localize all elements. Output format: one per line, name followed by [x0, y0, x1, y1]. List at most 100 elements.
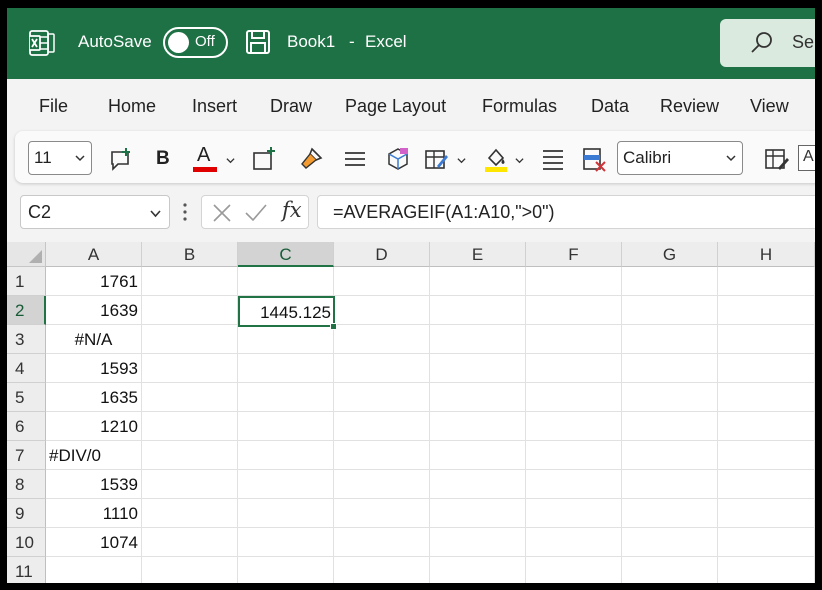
insert-function-button[interactable]: fx: [282, 198, 302, 222]
clear-icon[interactable]: [581, 146, 607, 172]
fill-handle[interactable]: [330, 323, 337, 330]
font-name-dropdown[interactable]: Calibri: [617, 141, 743, 175]
cell-d1[interactable]: [334, 267, 430, 296]
menu-draw[interactable]: Draw: [270, 96, 312, 117]
cell-e7[interactable]: [430, 441, 526, 470]
cell-b8[interactable]: [142, 470, 238, 499]
cell-g7[interactable]: [622, 441, 718, 470]
enter-check-icon[interactable]: [244, 203, 268, 223]
cell-f5[interactable]: [526, 383, 622, 412]
cell-a11[interactable]: [46, 557, 142, 583]
cell-f1[interactable]: [526, 267, 622, 296]
cell-e1[interactable]: [430, 267, 526, 296]
cell-h7[interactable]: [718, 441, 815, 470]
row-header-2[interactable]: 2: [7, 296, 46, 325]
cell-e10[interactable]: [430, 528, 526, 557]
column-header-g[interactable]: G: [622, 242, 718, 267]
cell-b1[interactable]: [142, 267, 238, 296]
fill-color-icon[interactable]: [483, 146, 509, 172]
cell-d4[interactable]: [334, 354, 430, 383]
row-header-4[interactable]: 4: [7, 354, 46, 383]
new-comment-icon[interactable]: [108, 146, 134, 172]
cell-g5[interactable]: [622, 383, 718, 412]
cell-b9[interactable]: [142, 499, 238, 528]
text-box-icon[interactable]: A: [798, 145, 815, 171]
cell-d10[interactable]: [334, 528, 430, 557]
cell-c9[interactable]: [238, 499, 334, 528]
format-as-table-icon[interactable]: [763, 146, 789, 172]
format-painter-icon[interactable]: [298, 146, 324, 172]
menu-review[interactable]: Review: [660, 96, 719, 117]
column-header-f[interactable]: F: [526, 242, 622, 267]
cell-f7[interactable]: [526, 441, 622, 470]
cell-d2[interactable]: [334, 296, 430, 325]
column-header-d[interactable]: D: [334, 242, 430, 267]
cell-g2[interactable]: [622, 296, 718, 325]
cell-d3[interactable]: [334, 325, 430, 354]
menu-formulas[interactable]: Formulas: [482, 96, 557, 117]
cell-a2[interactable]: 1639: [46, 296, 142, 325]
cell-b11[interactable]: [142, 557, 238, 583]
cell-f6[interactable]: [526, 412, 622, 441]
autosave-toggle[interactable]: Off: [163, 27, 228, 58]
cell-e2[interactable]: [430, 296, 526, 325]
cell-h4[interactable]: [718, 354, 815, 383]
column-header-a[interactable]: A: [46, 242, 142, 267]
cell-c7[interactable]: [238, 441, 334, 470]
cell-f4[interactable]: [526, 354, 622, 383]
font-size-dropdown[interactable]: 11: [28, 141, 92, 175]
menu-data[interactable]: Data: [591, 96, 629, 117]
chevron-down-icon[interactable]: [457, 156, 466, 165]
cell-a6[interactable]: 1210: [46, 412, 142, 441]
cell-a1[interactable]: 1761: [46, 267, 142, 296]
row-header-7[interactable]: 7: [7, 441, 46, 470]
cell-d8[interactable]: [334, 470, 430, 499]
cell-b4[interactable]: [142, 354, 238, 383]
row-header-8[interactable]: 8: [7, 470, 46, 499]
row-header-10[interactable]: 10: [7, 528, 46, 557]
cell-h6[interactable]: [718, 412, 815, 441]
cancel-icon[interactable]: [212, 203, 232, 223]
cell-g6[interactable]: [622, 412, 718, 441]
row-header-6[interactable]: 6: [7, 412, 46, 441]
cell-g8[interactable]: [622, 470, 718, 499]
cell-g10[interactable]: [622, 528, 718, 557]
cell-e6[interactable]: [430, 412, 526, 441]
menu-insert[interactable]: Insert: [192, 96, 237, 117]
cell-f3[interactable]: [526, 325, 622, 354]
align-icon[interactable]: [342, 146, 368, 172]
cell-b7[interactable]: [142, 441, 238, 470]
row-header-3[interactable]: 3: [7, 325, 46, 354]
cell-g9[interactable]: [622, 499, 718, 528]
cell-c11[interactable]: [238, 557, 334, 583]
cell-e3[interactable]: [430, 325, 526, 354]
cell-c3[interactable]: [238, 325, 334, 354]
cell-h9[interactable]: [718, 499, 815, 528]
cell-h8[interactable]: [718, 470, 815, 499]
insert-cells-icon[interactable]: [251, 146, 277, 172]
cell-a3[interactable]: #N/A: [46, 325, 142, 354]
cell-h2[interactable]: [718, 296, 815, 325]
cell-c1[interactable]: [238, 267, 334, 296]
cell-g3[interactable]: [622, 325, 718, 354]
cell-g4[interactable]: [622, 354, 718, 383]
cell-a10[interactable]: 1074: [46, 528, 142, 557]
cell-b6[interactable]: [142, 412, 238, 441]
save-icon[interactable]: [245, 29, 271, 55]
cell-a8[interactable]: 1539: [46, 470, 142, 499]
format-table-icon[interactable]: [423, 146, 449, 172]
cell-b5[interactable]: [142, 383, 238, 412]
cell-c5[interactable]: [238, 383, 334, 412]
cell-d5[interactable]: [334, 383, 430, 412]
cell-c10[interactable]: [238, 528, 334, 557]
cell-h3[interactable]: [718, 325, 815, 354]
cell-e5[interactable]: [430, 383, 526, 412]
font-color-button[interactable]: A: [193, 144, 219, 174]
cell-f2[interactable]: [526, 296, 622, 325]
justify-icon[interactable]: [540, 146, 566, 172]
menu-file[interactable]: File: [39, 96, 68, 117]
cell-e8[interactable]: [430, 470, 526, 499]
column-header-h[interactable]: H: [718, 242, 815, 267]
cell-h10[interactable]: [718, 528, 815, 557]
cell-a7[interactable]: #DIV/0: [46, 441, 142, 470]
